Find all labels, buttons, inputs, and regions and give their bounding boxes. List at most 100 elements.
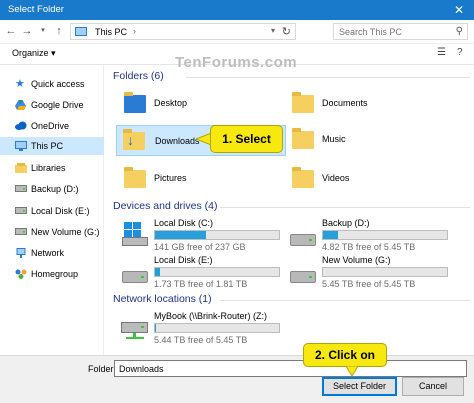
cloud-icon (15, 121, 27, 131)
breadcrumb-chevron-icon[interactable]: › (133, 26, 136, 36)
folder-label: Pictures (154, 173, 187, 183)
folder-music[interactable]: Music (284, 125, 454, 155)
capacity-bar (322, 230, 448, 240)
documents-folder-icon (292, 92, 314, 113)
drive-label: New Volume (G:) (322, 255, 391, 265)
drive-label: Local Disk (C:) (154, 218, 214, 228)
folder-label: Documents (322, 98, 368, 108)
drive-icon (15, 184, 27, 194)
folder-name-input[interactable] (114, 360, 467, 377)
group-divider (220, 300, 470, 301)
callout-step-2: 2. Click on (303, 343, 387, 367)
folders-group-header[interactable]: Folders (6) (113, 70, 164, 82)
drive-free-space: 5.44 TB free of 5.45 TB (154, 335, 248, 345)
close-button[interactable]: ✕ (444, 0, 474, 20)
forward-arrow-icon[interactable]: → (20, 24, 34, 38)
back-arrow-icon[interactable]: ← (4, 24, 18, 38)
drive-label: Local Disk (E:) (154, 255, 213, 265)
folder-pictures[interactable]: Pictures (116, 164, 276, 194)
callout-step-1: 1. Select (210, 125, 283, 153)
sidebar-item-label: OneDrive (31, 121, 70, 131)
group-divider (220, 207, 470, 208)
search-box[interactable]: ⚲ (333, 23, 468, 40)
sidebar-item-label: Network (31, 248, 65, 258)
capacity-bar (154, 323, 280, 333)
sidebar-item-label: Google Drive (31, 100, 84, 110)
network-location-label: MyBook (\\Brink-Router) (Z:) (154, 311, 268, 321)
sidebar-item-google-drive[interactable]: Google Drive (0, 96, 104, 114)
folder-desktop[interactable]: Desktop (116, 89, 276, 119)
address-dropdown-icon[interactable]: ▾ (271, 26, 275, 35)
select-folder-button[interactable]: Select Folder (322, 377, 397, 396)
network-location-mybook[interactable]: MyBook (\\Brink-Router) (Z:) 5.44 TB fre… (116, 310, 286, 345)
homegroup-icon (15, 269, 27, 279)
videos-folder-icon (292, 167, 314, 188)
sidebar-item-libraries[interactable]: Libraries (0, 159, 104, 177)
sidebar-item-onedrive[interactable]: OneDrive (0, 117, 104, 135)
refresh-icon[interactable]: ↻ (282, 25, 291, 38)
drive-free-space: 5.45 TB free of 5.45 TB (322, 279, 416, 289)
help-icon[interactable]: ? (457, 47, 463, 58)
sidebar-item-label: This PC (31, 141, 64, 151)
capacity-fill (155, 268, 160, 276)
sidebar-item-local-disk-e[interactable]: Local Disk (E:) (0, 202, 104, 220)
drive-new-volume-g[interactable]: New Volume (G:) 5.45 TB free of 5.45 TB (284, 255, 454, 289)
search-input[interactable] (334, 24, 444, 39)
capacity-bar (322, 267, 448, 277)
download-arrow-icon: ↓ (127, 132, 134, 148)
up-arrow-icon[interactable]: ↑ (52, 24, 66, 38)
sidebar-item-label: New Volume (G:) (31, 227, 100, 237)
sidebar-item-label: Libraries (31, 163, 66, 173)
sidebar-item-label: Local Disk (E:) (31, 206, 90, 216)
network-group-header[interactable]: Network locations (1) (113, 293, 212, 305)
drive-local-disk-c[interactable]: Local Disk (C:) 141 GB free of 237 GB (116, 218, 282, 252)
cancel-button[interactable]: Cancel (402, 377, 464, 396)
drive-local-disk-e[interactable]: Local Disk (E:) 1.73 TB free of 1.81 TB (116, 255, 282, 289)
sidebar-item-backup-d[interactable]: Backup (D:) (0, 180, 104, 198)
folder-documents[interactable]: Documents (284, 89, 454, 119)
devices-group-header[interactable]: Devices and drives (4) (113, 200, 217, 212)
drive-label: Backup (D:) (322, 218, 370, 228)
view-options-icon[interactable]: ☰ (437, 47, 446, 58)
computer-icon (75, 27, 87, 36)
sidebar-item-network[interactable]: Network (0, 244, 104, 262)
drive-backup-d[interactable]: Backup (D:) 4.82 TB free of 5.45 TB (284, 218, 454, 252)
drive-icon (122, 271, 148, 283)
address-bar[interactable]: This PC › ▾ ↻ (70, 23, 296, 40)
google-drive-icon (15, 100, 26, 110)
music-folder-icon (292, 128, 314, 149)
capacity-fill (323, 231, 338, 239)
folder-label: Downloads (155, 136, 200, 146)
recent-locations-chevron-icon[interactable]: ▾ (36, 24, 50, 38)
capacity-bar (154, 267, 280, 277)
content-pane: Folders (6) Desktop Documents ↓ Download… (108, 65, 474, 355)
dialog-footer: Folder: Select Folder Cancel (0, 355, 474, 403)
library-icon (15, 163, 27, 173)
drive-free-space: 141 GB free of 237 GB (154, 242, 246, 252)
folder-field-label: Folder: (88, 364, 117, 374)
windows-drive-icon (122, 222, 148, 246)
sidebar-item-homegroup[interactable]: Homegroup (0, 265, 104, 283)
drive-free-space: 4.82 TB free of 5.45 TB (322, 242, 416, 252)
folder-videos[interactable]: Videos (284, 164, 454, 194)
drive-icon (290, 234, 316, 246)
title-bar: Select Folder ✕ (0, 0, 474, 20)
sidebar-item-new-volume-g[interactable]: New Volume (G:) (0, 223, 104, 241)
search-icon: ⚲ (455, 26, 463, 37)
network-drive-icon (121, 322, 148, 339)
group-divider (186, 77, 470, 78)
sidebar-item-quick-access[interactable]: ★ Quick access (0, 75, 104, 93)
star-icon: ★ (15, 78, 25, 90)
drive-free-space: 1.73 TB free of 1.81 TB (154, 279, 248, 289)
sidebar-item-label: Homegroup (31, 269, 79, 279)
capacity-bar (154, 230, 280, 240)
organize-button[interactable]: Organize ▾ (12, 48, 56, 59)
computer-icon (15, 141, 27, 151)
network-icon (15, 248, 26, 258)
address-path: This PC (95, 27, 128, 37)
capacity-fill (155, 231, 206, 239)
capacity-fill (155, 324, 157, 332)
drive-icon (15, 227, 27, 237)
sidebar-item-this-pc[interactable]: This PC (0, 137, 104, 155)
desktop-folder-icon (124, 92, 146, 113)
